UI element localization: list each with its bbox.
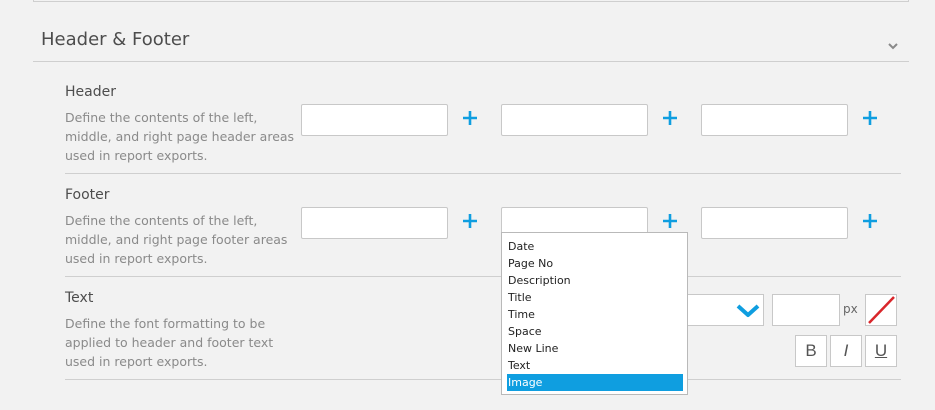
text-row-title: Text	[65, 290, 94, 306]
menu-item-space[interactable]: Space	[507, 323, 683, 340]
row-divider	[65, 173, 901, 174]
plus-icon[interactable]	[659, 210, 681, 232]
plus-icon[interactable]	[459, 210, 481, 232]
footer-row-description: Define the contents of the left, middle,…	[65, 213, 288, 266]
bold-button[interactable]: B	[795, 335, 827, 367]
plus-icon[interactable]	[859, 107, 881, 129]
plus-icon[interactable]	[859, 210, 881, 232]
menu-item-description[interactable]: Description	[507, 272, 683, 289]
menu-item-time[interactable]: Time	[507, 306, 683, 323]
chevron-down-icon[interactable]	[735, 303, 761, 323]
size-unit-label: px	[843, 302, 858, 316]
header-left-field[interactable]	[301, 104, 448, 136]
footer-left-field[interactable]	[301, 207, 448, 239]
italic-button[interactable]: I	[830, 335, 862, 367]
header-row-title: Header	[65, 84, 116, 100]
menu-item-date[interactable]: Date	[507, 238, 683, 255]
previous-panel-edge	[33, 0, 909, 2]
text-row-description: Define the font formatting to be applied…	[65, 316, 274, 369]
header-right-field[interactable]	[701, 104, 848, 136]
menu-item-title[interactable]: Title	[507, 289, 683, 306]
font-family-select[interactable]	[687, 294, 764, 326]
menu-item-new-line[interactable]: New Line	[507, 340, 683, 357]
insert-field-menu[interactable]: Date Page No Description Title Time Spac…	[501, 232, 688, 395]
footer-right-field[interactable]	[701, 207, 848, 239]
font-size-input[interactable]	[772, 294, 840, 326]
chevron-down-icon[interactable]	[887, 36, 899, 50]
underline-button[interactable]: U	[865, 335, 897, 367]
menu-item-text[interactable]: Text	[507, 357, 683, 374]
row-divider	[65, 276, 901, 277]
header-row-description: Define the contents of the left, middle,…	[65, 110, 295, 163]
menu-item-image[interactable]: Image	[507, 374, 683, 391]
header-middle-field[interactable]	[501, 104, 648, 136]
plus-icon[interactable]	[459, 107, 481, 129]
menu-item-page-no[interactable]: Page No	[507, 255, 683, 272]
footer-row-title: Footer	[65, 187, 110, 203]
section-header[interactable]: Header & Footer	[33, 16, 909, 62]
section-title: Header & Footer	[41, 29, 190, 50]
row-divider	[65, 379, 901, 380]
plus-icon[interactable]	[659, 107, 681, 129]
text-color-swatch[interactable]	[865, 294, 897, 326]
no-color-icon	[868, 296, 895, 324]
